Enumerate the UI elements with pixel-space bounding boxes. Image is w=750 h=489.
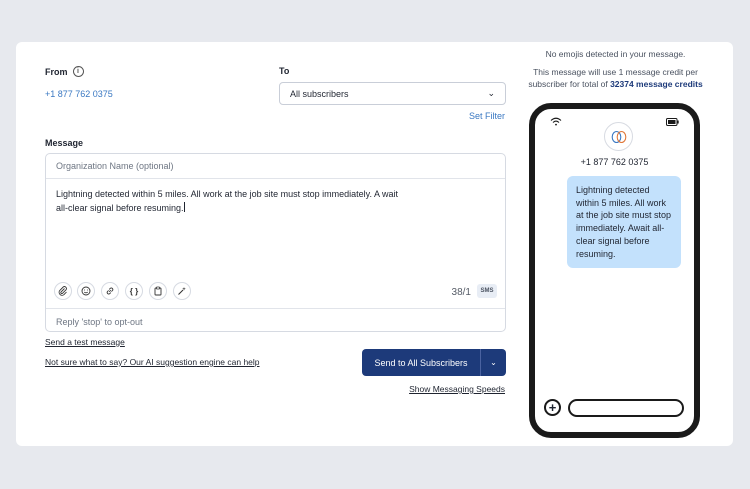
- ai-suggestion-link[interactable]: Not sure what to say? Our AI suggestion …: [45, 357, 260, 367]
- from-number: +1 877 762 0375: [45, 89, 113, 99]
- link-icon[interactable]: [101, 282, 119, 300]
- sms-badge: SMS: [477, 284, 497, 298]
- paperclip-icon[interactable]: [54, 282, 72, 300]
- phone-sender-number: +1 877 762 0375: [580, 157, 649, 167]
- phone-preview: +1 877 762 0375 Lightning detected withi…: [529, 103, 700, 438]
- from-label: From: [45, 66, 68, 77]
- character-count: 38/1: [451, 287, 471, 298]
- send-options-chevron-icon[interactable]: ⌄: [480, 349, 506, 376]
- send-button-group: Send to All Subscribers ⌄: [362, 349, 506, 376]
- plus-icon: +: [544, 399, 561, 416]
- show-messaging-speeds-link[interactable]: Show Messaging Speeds: [409, 384, 505, 394]
- organization-name-input[interactable]: Organization Name (optional): [46, 154, 505, 179]
- recipients-selected-value: All subscribers: [290, 88, 349, 99]
- message-text: Lightning detected within 5 miles. All w…: [56, 189, 398, 213]
- from-label-row: From i: [45, 66, 84, 77]
- send-test-message-link[interactable]: Send a test message: [45, 337, 125, 347]
- credit-note: This message will use 1 message credit p…: [527, 66, 704, 90]
- text-caret: [183, 202, 185, 212]
- battery-icon: [666, 118, 679, 126]
- chevron-down-icon: ⌄: [487, 88, 495, 98]
- emoji-note: No emojis detected in your message.: [545, 49, 686, 59]
- message-label: Message: [45, 138, 84, 148]
- wifi-icon: [550, 117, 562, 126]
- message-bubble: Lightning detected within 5 miles. All w…: [567, 176, 681, 268]
- send-to-all-button[interactable]: Send to All Subscribers: [362, 358, 480, 368]
- to-label: To: [279, 66, 290, 76]
- message-editor: Organization Name (optional) Lightning d…: [45, 153, 506, 332]
- recipients-select[interactable]: All subscribers ⌄: [279, 82, 506, 105]
- info-icon[interactable]: i: [72, 66, 84, 77]
- emoji-icon[interactable]: [77, 282, 95, 300]
- clipboard-icon[interactable]: [149, 282, 167, 300]
- opt-out-footer: Reply 'stop' to opt-out: [46, 308, 505, 333]
- logo-icon: [611, 130, 626, 143]
- magic-wand-icon[interactable]: [173, 282, 191, 300]
- set-filter-link[interactable]: Set Filter: [469, 111, 505, 121]
- sender-avatar: [604, 122, 633, 151]
- credit-total: 32374 message credits: [610, 79, 703, 89]
- phone-input-bar: [568, 399, 684, 417]
- braces-icon[interactable]: { }: [125, 282, 143, 300]
- message-textarea[interactable]: Lightning detected within 5 miles. All w…: [56, 187, 406, 215]
